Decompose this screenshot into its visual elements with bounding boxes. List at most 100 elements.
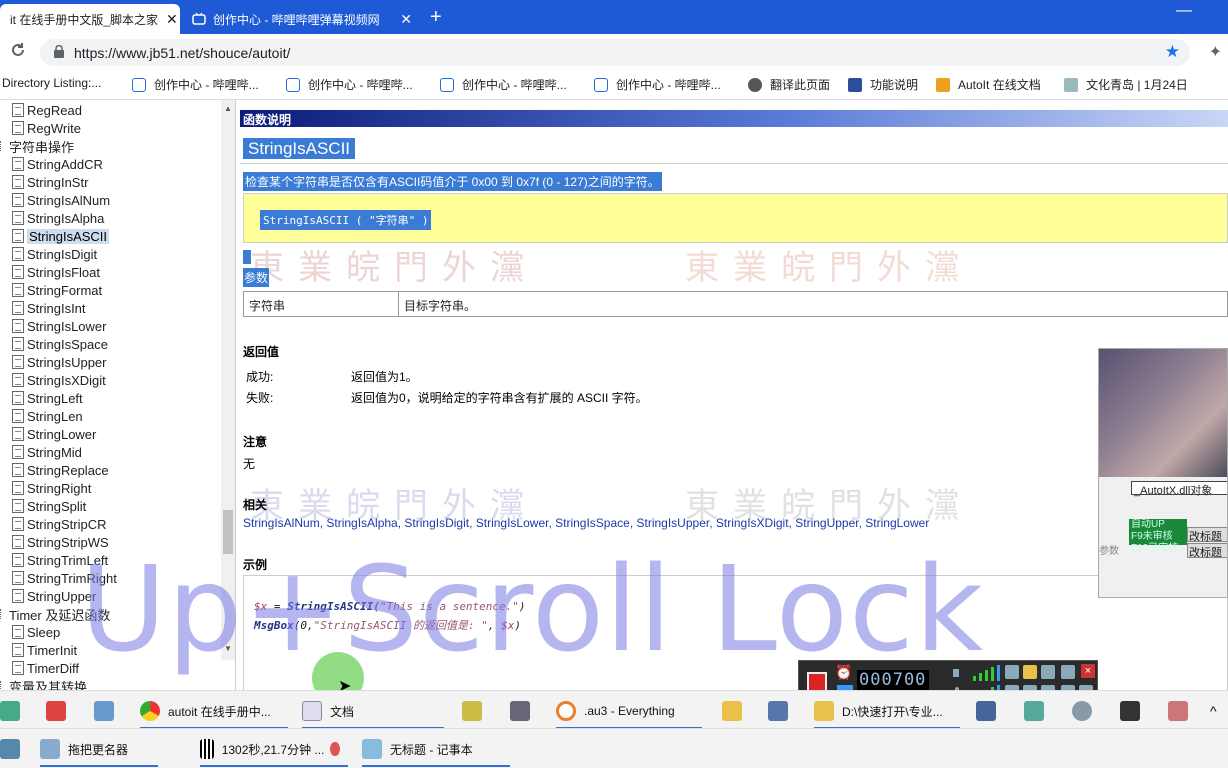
tree-item[interactable]: StringReplace	[12, 461, 109, 479]
bookmark-star-icon[interactable]: ★	[1165, 42, 1180, 62]
bookmark-item[interactable]: 创作中心 - 哔哩哔...	[594, 76, 721, 93]
tree-item[interactable]: TimerDiff	[12, 659, 79, 677]
related-header: 相关	[243, 498, 268, 512]
tree-item[interactable]: StringLen	[12, 407, 83, 425]
tree-item[interactable]: StringStripCR	[12, 515, 106, 533]
rename-button[interactable]: 改标题	[1187, 543, 1227, 559]
params-header: 参数	[243, 268, 270, 287]
param-label: 参数	[1099, 546, 1119, 557]
tree-item[interactable]: StringIsLower	[12, 317, 106, 335]
scroll-up-icon[interactable]: ▲	[224, 104, 232, 113]
tree-item[interactable]: StringAddCR	[12, 155, 103, 173]
tree-item[interactable]: RegRead	[12, 101, 82, 119]
taskbar-renamer[interactable]: 拖把更名器	[40, 735, 158, 767]
tab-autoit-manual[interactable]: it 在线手册中文版_脚本之家 ✕	[0, 4, 180, 34]
tree-item-label: StringReplace	[27, 462, 109, 478]
notepad-icon	[362, 739, 382, 759]
tree-item[interactable]: StringIsASCII	[12, 227, 110, 245]
tree-item[interactable]: RegWrite	[12, 119, 81, 137]
taskbar-docs[interactable]: 文档	[302, 697, 444, 729]
taskbar-app[interactable]	[1120, 697, 1148, 725]
tree-item[interactable]: StringIsAlNum	[12, 191, 110, 209]
return-failure-text: 返回值为0，说明给定的字符串含有扩展的 ASCII 字符。	[351, 391, 648, 405]
tree-item[interactable]: StringIsAlpha	[12, 209, 104, 227]
taskbar-bottom: 拖把更名器 1302秒,21.7分钟 ... 无标题 - 记事本	[0, 728, 1228, 768]
folder-icon	[0, 609, 8, 619]
bilibili-icon	[132, 77, 146, 92]
tree-item[interactable]: StringIsDigit	[12, 245, 97, 263]
taskbar-app[interactable]	[768, 697, 796, 725]
alarm-icon[interactable]: ⏰	[835, 664, 852, 681]
stop-record-button[interactable]	[807, 672, 827, 692]
tree-item[interactable]: StringSplit	[12, 497, 86, 515]
tree-item[interactable]: StringLower	[12, 425, 96, 443]
bookmark-item[interactable]: 翻译此页面	[748, 76, 830, 93]
rename-button[interactable]: 改标题	[1187, 527, 1227, 543]
close-icon[interactable]: ✕	[392, 11, 412, 28]
bookmark-item[interactable]: AutoIt 在线文档	[936, 76, 1041, 93]
taskbar-notepad[interactable]: 无标题 - 记事本	[362, 735, 510, 767]
extensions-icon[interactable]: ✦	[1209, 42, 1222, 62]
taskbar-app[interactable]	[1072, 697, 1100, 725]
taskbar-app[interactable]	[1024, 697, 1052, 725]
lock-icon[interactable]	[54, 45, 64, 58]
taskbar-everything[interactable]: .au3 - Everything	[556, 697, 702, 729]
document-icon	[12, 661, 24, 675]
return-failure-label: 失败:	[246, 391, 274, 405]
reload-icon[interactable]	[10, 42, 26, 58]
tree-item[interactable]: StringLeft	[12, 389, 83, 407]
tree-item-label: RegWrite	[27, 120, 81, 136]
tree-item[interactable]: TimerInit	[12, 641, 77, 659]
document-icon	[12, 571, 24, 585]
tree-item[interactable]: StringIsUpper	[12, 353, 106, 371]
bookmark-item[interactable]: 创作中心 - 哔哩哔...	[132, 76, 259, 93]
bookmark-item[interactable]: 创作中心 - 哔哩哔...	[286, 76, 413, 93]
chevron-up-icon[interactable]: ^	[1210, 697, 1217, 725]
folder-icon[interactable]	[1023, 665, 1037, 679]
tree-item[interactable]: StringRight	[12, 479, 91, 497]
tree-item[interactable]: StringFormat	[12, 281, 102, 299]
network-icon[interactable]	[1005, 665, 1019, 679]
tree-item[interactable]: StringIsFloat	[12, 263, 100, 281]
tree-item[interactable]: StringInStr	[12, 173, 88, 191]
bookmark-item[interactable]: 文化青岛 | 1月24日	[1064, 76, 1188, 93]
taskbar-app[interactable]	[94, 697, 122, 725]
related-links[interactable]: StringIsAlNum, StringIsAlpha, StringIsDi…	[243, 516, 929, 530]
tree-item-label: StringIsLower	[27, 318, 107, 334]
taskbar-app[interactable]	[976, 697, 1004, 725]
taskbar-app[interactable]	[46, 697, 74, 725]
settings-icon[interactable]	[1041, 665, 1055, 679]
bookmark-item[interactable]: 创作中心 - 哔哩哔...	[440, 76, 567, 93]
speaker-volume-icon[interactable]	[953, 665, 1001, 681]
minimize-button[interactable]: —	[1176, 2, 1192, 20]
address-bar[interactable]: https://www.jb51.net/shouce/autoit/ ★	[40, 39, 1190, 66]
taskbar-chrome[interactable]: autoit 在线手册中...	[140, 697, 288, 729]
taskbar-app[interactable]	[0, 735, 28, 763]
taskbar-timer[interactable]: 1302秒,21.7分钟 ...	[200, 735, 348, 767]
new-tab-button[interactable]: +	[430, 6, 442, 29]
tree-item[interactable]: StringIsInt	[12, 299, 86, 317]
tab-bilibili[interactable]: 创作中心 - 哔哩哔哩弹幕视频网 ✕	[182, 4, 422, 34]
tree-item[interactable]: Sleep	[12, 623, 60, 641]
tree-item[interactable]: StringIsXDigit	[12, 371, 106, 389]
tree-item-label: StringSplit	[27, 498, 87, 514]
taskbar-app[interactable]	[0, 697, 28, 725]
taskbar-app[interactable]	[510, 697, 538, 725]
taskbar-app[interactable]	[462, 697, 490, 725]
tool-icon[interactable]	[1061, 665, 1075, 679]
app-icon	[46, 701, 66, 721]
tree-item[interactable]: 变量及其转换	[0, 677, 87, 690]
close-icon[interactable]: ✕	[158, 11, 178, 28]
tree-item-label: StringRight	[27, 480, 92, 496]
search-folder-icon	[462, 701, 482, 721]
close-icon[interactable]: ×	[1081, 664, 1095, 678]
tree-item[interactable]: 字符串操作	[0, 137, 74, 155]
taskbar-app[interactable]	[1168, 697, 1196, 725]
taskbar-app[interactable]	[722, 697, 750, 725]
bookmark-item[interactable]: Directory Listing:...	[2, 76, 101, 90]
tree-item[interactable]: StringMid	[12, 443, 82, 461]
bookmark-item[interactable]: 功能说明	[848, 76, 918, 93]
tree-item[interactable]: StringIsSpace	[12, 335, 108, 353]
url-text[interactable]: https://www.jb51.net/shouce/autoit/	[74, 45, 290, 61]
taskbar-explorer[interactable]: D:\快速打开\专业...	[814, 697, 960, 729]
